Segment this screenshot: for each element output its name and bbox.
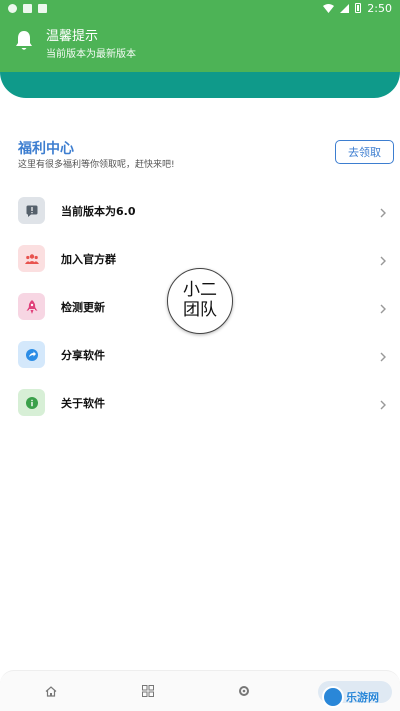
status-right-icons: 2:50 [323, 2, 392, 15]
status-bar: 2:50 [0, 0, 400, 16]
image-status-icon [23, 3, 32, 13]
claim-button[interactable]: 去领取 [335, 140, 394, 164]
badge-line-2: 团队 [183, 300, 217, 320]
watermark-logo: 乐游网 [322, 683, 400, 711]
chevron-right-icon [379, 204, 387, 218]
home-icon[interactable] [43, 683, 59, 699]
menu-item-label: 关于软件 [61, 397, 105, 410]
status-left-icons [8, 3, 47, 13]
rocket-icon [18, 293, 45, 320]
chevron-right-icon [379, 252, 387, 266]
battery-icon [355, 3, 362, 13]
notification-header: 温馨提示 当前版本为最新版本 [0, 16, 400, 72]
menu-item-about[interactable]: 关于软件 [0, 378, 400, 426]
chevron-right-icon [379, 348, 387, 362]
share-icon [18, 341, 45, 368]
menu-item-label: 分享软件 [61, 349, 105, 362]
menu-item-label: 当前版本为6.0 [61, 205, 136, 218]
menu-item-version[interactable]: 当前版本为6.0 [0, 186, 400, 234]
shield-status-icon [8, 3, 17, 13]
group-icon [18, 245, 45, 272]
badge-line-1: 小二 [183, 280, 217, 301]
menu-item-share[interactable]: 分享软件 [0, 330, 400, 378]
status-time: 2:50 [367, 1, 392, 15]
app-status-icon [38, 3, 47, 13]
grid-icon[interactable] [140, 683, 156, 699]
wifi-icon [323, 3, 335, 13]
menu-item-label: 加入官方群 [61, 253, 116, 266]
chevron-right-icon [379, 300, 387, 314]
bell-icon [14, 30, 34, 52]
benefit-description: 这里有很多福利等你领取呢，赶快来吧! [18, 160, 175, 170]
header-banner [0, 72, 400, 98]
settings-icon[interactable] [236, 683, 252, 699]
chevron-right-icon [379, 396, 387, 410]
benefit-title: 福利中心 [18, 141, 74, 157]
signal-icon [340, 3, 350, 13]
floating-team-badge[interactable]: 小二 团队 [167, 268, 233, 334]
watermark-text: 乐游网 [346, 691, 379, 704]
menu-item-label: 检测更新 [61, 301, 105, 314]
watermark-circle-icon [322, 686, 344, 708]
info-icon [18, 389, 45, 416]
notification-title: 温馨提示 [46, 29, 99, 44]
message-alert-icon [18, 197, 45, 224]
notification-subtitle: 当前版本为最新版本 [46, 49, 136, 60]
